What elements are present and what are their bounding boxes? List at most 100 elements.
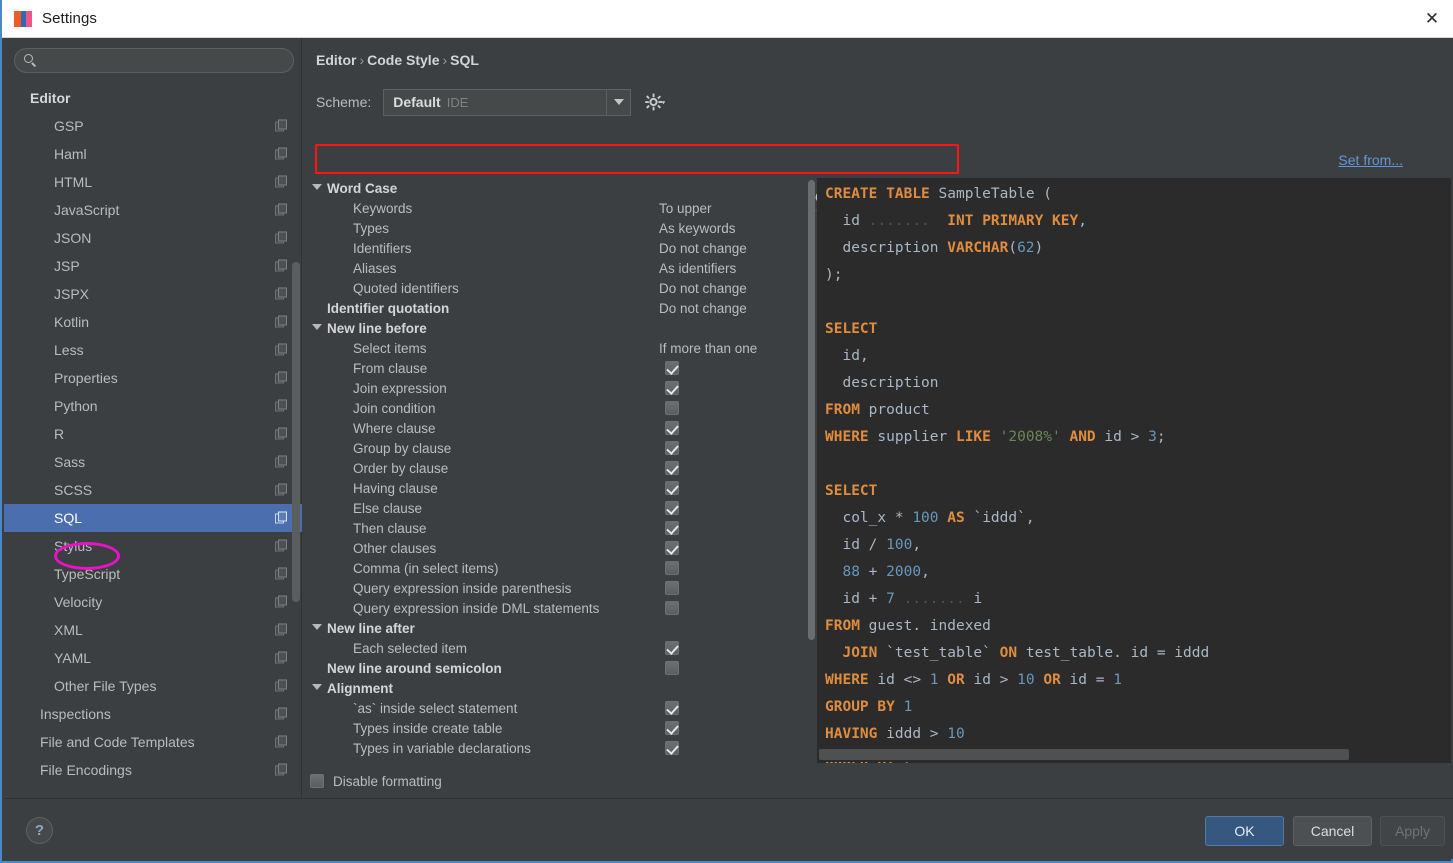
chevron-down-icon[interactable]	[312, 624, 322, 630]
copy-icon[interactable]	[275, 679, 288, 693]
chevron-down-icon[interactable]	[312, 684, 322, 690]
sidebar-item-velocity[interactable]: Velocity	[4, 588, 302, 616]
sidebar-item-other-file-types[interactable]: Other File Types	[4, 672, 302, 700]
option-row-order-by-clause[interactable]: Order by clause	[307, 458, 815, 478]
option-row-as-inside-select-statement[interactable]: `as` inside select statement	[307, 698, 815, 718]
sidebar-item-typescript[interactable]: TypeScript	[4, 560, 302, 588]
option-row-types[interactable]: Types As keywords	[307, 218, 815, 238]
option-row-else-clause[interactable]: Else clause	[307, 498, 815, 518]
sidebar-item-jsp[interactable]: JSP	[4, 252, 302, 280]
copy-icon[interactable]	[275, 539, 288, 553]
option-row-where-clause[interactable]: Where clause	[307, 418, 815, 438]
copy-icon[interactable]	[275, 511, 288, 525]
sidebar-item-jspx[interactable]: JSPX	[4, 280, 302, 308]
close-icon[interactable]: ✕	[1409, 0, 1453, 37]
option-checkbox[interactable]	[665, 581, 679, 595]
option-checkbox[interactable]	[665, 541, 679, 555]
copy-icon[interactable]	[275, 623, 288, 637]
code-horizontal-scrollbar[interactable]	[819, 749, 1349, 760]
copy-icon[interactable]	[275, 259, 288, 273]
option-value[interactable]: Do not change	[659, 281, 747, 296]
copy-icon[interactable]	[275, 483, 288, 497]
cancel-button[interactable]: Cancel	[1293, 816, 1372, 846]
search-input[interactable]	[37, 53, 293, 68]
option-value[interactable]: To upper	[659, 201, 712, 216]
sidebar-item-json[interactable]: JSON	[4, 224, 302, 252]
option-checkbox[interactable]	[665, 461, 679, 475]
chevron-down-icon[interactable]	[606, 89, 631, 115]
copy-icon[interactable]	[275, 203, 288, 217]
option-row-new-line-before[interactable]: New line before	[307, 318, 815, 338]
sidebar-item-editor[interactable]: Editor	[4, 84, 302, 112]
option-checkbox[interactable]	[665, 561, 679, 575]
chevron-down-icon[interactable]	[312, 184, 322, 190]
option-row-new-line-around-semicolon[interactable]: New line around semicolon	[307, 658, 815, 678]
option-checkbox[interactable]	[665, 361, 679, 375]
option-row-types-in-variable-declarations[interactable]: Types in variable declarations	[307, 738, 815, 758]
code-preview-panel[interactable]: CREATE TABLE SampleTable ( id ....... IN…	[817, 178, 1451, 763]
copy-icon[interactable]	[275, 147, 288, 161]
copy-icon[interactable]	[275, 399, 288, 413]
apply-button[interactable]: Apply	[1380, 816, 1445, 846]
copy-icon[interactable]	[275, 343, 288, 357]
option-row-having-clause[interactable]: Having clause	[307, 478, 815, 498]
copy-icon[interactable]	[275, 651, 288, 665]
option-row-comma-in-select-items[interactable]: Comma (in select items)	[307, 558, 815, 578]
option-checkbox[interactable]	[665, 741, 679, 755]
option-row-new-line-after[interactable]: New line after	[307, 618, 815, 638]
option-row-from-clause[interactable]: From clause	[307, 358, 815, 378]
option-checkbox[interactable]	[665, 601, 679, 615]
option-value[interactable]: Do not change	[659, 301, 747, 316]
sidebar-item-file-and-code-templates[interactable]: File and Code Templates	[4, 728, 302, 756]
copy-icon[interactable]	[275, 427, 288, 441]
gear-icon[interactable]	[644, 91, 666, 113]
option-checkbox[interactable]	[665, 401, 679, 415]
copy-icon[interactable]	[275, 707, 288, 721]
copy-icon[interactable]	[275, 763, 288, 777]
option-row-alignment[interactable]: Alignment	[307, 678, 815, 698]
copy-icon[interactable]	[275, 119, 288, 133]
option-checkbox[interactable]	[665, 441, 679, 455]
help-button[interactable]: ?	[26, 817, 53, 844]
sidebar-item-inspections[interactable]: Inspections	[4, 700, 302, 728]
option-value[interactable]: Do not change	[659, 241, 747, 256]
sidebar-item-sass[interactable]: Sass	[4, 448, 302, 476]
option-row-join-condition[interactable]: Join condition	[307, 398, 815, 418]
option-row-join-expression[interactable]: Join expression	[307, 378, 815, 398]
copy-icon[interactable]	[275, 567, 288, 581]
copy-icon[interactable]	[275, 287, 288, 301]
sidebar-item-stylus[interactable]: Stylus	[4, 532, 302, 560]
copy-icon[interactable]	[275, 735, 288, 749]
option-checkbox[interactable]	[665, 721, 679, 735]
copy-icon[interactable]	[275, 175, 288, 189]
option-row-query-expression-inside-dml-statements[interactable]: Query expression inside DML statements	[307, 598, 815, 618]
sidebar-item-python[interactable]: Python	[4, 392, 302, 420]
chevron-down-icon[interactable]	[312, 324, 322, 330]
set-from-link[interactable]: Set from...	[1338, 152, 1403, 168]
option-checkbox[interactable]	[665, 501, 679, 515]
sidebar-item-less[interactable]: Less	[4, 336, 302, 364]
ok-button[interactable]: OK	[1205, 816, 1284, 846]
sidebar-item-sql[interactable]: SQL	[4, 504, 302, 532]
option-row-aliases[interactable]: Aliases As identifiers	[307, 258, 815, 278]
option-row-quoted-identifiers[interactable]: Quoted identifiers Do not change	[307, 278, 815, 298]
option-row-query-expression-inside-parenthesis[interactable]: Query expression inside parenthesis	[307, 578, 815, 598]
option-row-other-clauses[interactable]: Other clauses	[307, 538, 815, 558]
option-checkbox[interactable]	[665, 381, 679, 395]
sidebar-item-kotlin[interactable]: Kotlin	[4, 308, 302, 336]
option-checkbox[interactable]	[665, 521, 679, 535]
option-checkbox[interactable]	[665, 661, 679, 675]
option-row-then-clause[interactable]: Then clause	[307, 518, 815, 538]
option-row-identifiers[interactable]: Identifiers Do not change	[307, 238, 815, 258]
sidebar-item-html[interactable]: HTML	[4, 168, 302, 196]
copy-icon[interactable]	[275, 231, 288, 245]
sidebar-item-properties[interactable]: Properties	[4, 364, 302, 392]
sidebar-item-xml[interactable]: XML	[4, 616, 302, 644]
disable-formatting-checkbox[interactable]	[310, 774, 324, 788]
disable-formatting-row[interactable]: Disable formatting	[310, 771, 442, 791]
sidebar-item-haml[interactable]: Haml	[4, 140, 302, 168]
sidebar-scrollbar[interactable]	[292, 262, 300, 602]
options-scrollbar[interactable]	[808, 180, 815, 640]
sidebar-item-gsp[interactable]: GSP	[4, 112, 302, 140]
option-row-word-case[interactable]: Word Case	[307, 178, 815, 198]
